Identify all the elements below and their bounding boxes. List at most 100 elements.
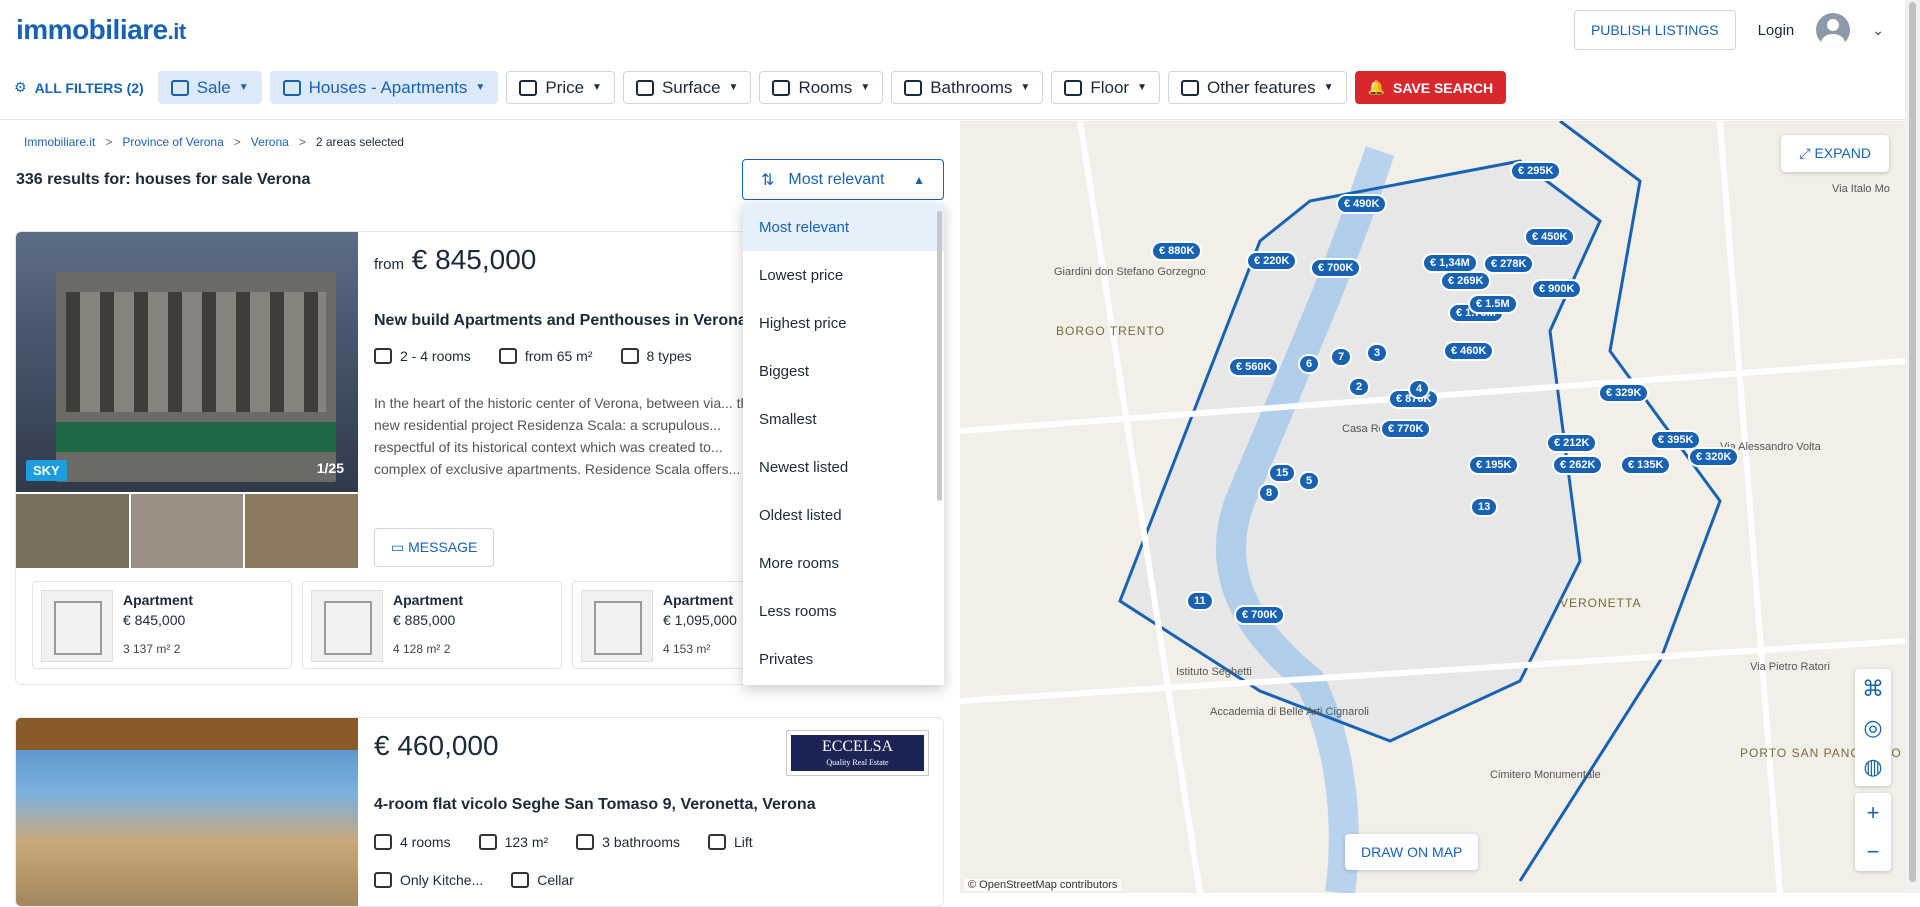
sort-option[interactable]: Newest listed bbox=[743, 443, 944, 491]
message-button[interactable]: ▭ MESSAGE bbox=[374, 528, 495, 567]
price-pin[interactable]: € 460K bbox=[1445, 343, 1493, 359]
listing-photo[interactable] bbox=[16, 718, 358, 906]
sort-option[interactable]: Lowest price bbox=[743, 251, 944, 299]
all-filters-button[interactable]: ⚙ ALL FILTERS (2) bbox=[14, 71, 150, 104]
count-pin[interactable]: 6 bbox=[1300, 356, 1319, 372]
breadcrumb-home[interactable]: Immobiliare.it bbox=[24, 135, 95, 149]
draw-area-icon[interactable]: ⌘ bbox=[1855, 669, 1891, 708]
chat-icon: ▭ bbox=[391, 539, 405, 555]
caret-down-icon: ▼ bbox=[1323, 82, 1334, 93]
publish-listings-button[interactable]: PUBLISH LISTINGS bbox=[1573, 10, 1736, 50]
count-pin[interactable]: 5 bbox=[1300, 473, 1319, 489]
price-pin[interactable]: € 490K bbox=[1338, 196, 1386, 212]
count-pin[interactable]: 15 bbox=[1270, 465, 1295, 481]
zoom-in-button[interactable]: + bbox=[1855, 793, 1891, 832]
site-logo[interactable]: immobiliare.it bbox=[16, 14, 186, 46]
agency-logo[interactable]: ECCELSA Quality Real Estate bbox=[786, 730, 929, 776]
feature-surface: from 65 m² bbox=[498, 348, 593, 364]
count-pin[interactable]: 13 bbox=[1472, 499, 1497, 515]
sale-filter[interactable]: Sale ▼ bbox=[157, 71, 262, 104]
sort-option[interactable]: Less rooms bbox=[743, 587, 944, 635]
price-filter[interactable]: Price ▼ bbox=[506, 71, 615, 104]
unit-card[interactable]: Apartment € 885,000 4 128 m² 2 bbox=[302, 581, 562, 669]
listing-card[interactable]: € 460,000 ECCELSA Quality Real Estate 4-r… bbox=[15, 717, 944, 907]
listing-description: In the heart of the historic center of V… bbox=[374, 395, 757, 477]
bathrooms-filter[interactable]: Bathrooms ▼ bbox=[891, 71, 1044, 104]
count-pin[interactable]: 2 bbox=[1350, 379, 1369, 395]
globe-icon[interactable]: ◍ bbox=[1855, 747, 1891, 786]
thumbnail[interactable] bbox=[245, 494, 359, 568]
price-pin[interactable]: € 770K bbox=[1382, 421, 1430, 437]
listing-title[interactable]: 4-room flat vicolo Seghe San Tomaso 9, V… bbox=[374, 796, 816, 814]
thumbnail[interactable] bbox=[16, 494, 129, 568]
price-pin[interactable]: € 560K bbox=[1230, 359, 1278, 375]
surface-filter[interactable]: Surface ▼ bbox=[622, 71, 752, 104]
map-attribution[interactable]: © OpenStreetMap contributors bbox=[964, 879, 1122, 891]
property-type-filter[interactable]: Houses - Apartments ▼ bbox=[269, 71, 499, 104]
listing-price: from € 845,000 bbox=[374, 244, 536, 276]
map-label: BORGO TRENTO bbox=[1056, 324, 1165, 338]
other-features-filter[interactable]: Other features ▼ bbox=[1167, 71, 1347, 104]
price-pin[interactable]: € 320K bbox=[1690, 449, 1738, 465]
breadcrumb-city[interactable]: Verona bbox=[251, 135, 289, 149]
login-link[interactable]: Login bbox=[1758, 22, 1795, 39]
count-pin[interactable]: 7 bbox=[1332, 349, 1351, 365]
rooms-filter[interactable]: Rooms ▼ bbox=[759, 71, 884, 104]
price-pin[interactable]: € 220K bbox=[1248, 253, 1296, 269]
count-pin[interactable]: 8 bbox=[1260, 485, 1279, 501]
thumbnail[interactable] bbox=[130, 494, 244, 568]
price-pin[interactable]: € 278K bbox=[1485, 256, 1533, 272]
price-pin[interactable]: € 880K bbox=[1153, 243, 1201, 259]
unit-type: Apartment bbox=[663, 592, 734, 608]
count-pin[interactable]: 3 bbox=[1368, 345, 1387, 361]
unit-card[interactable]: Apartment € 845,000 3 137 m² 2 bbox=[32, 581, 292, 669]
sort-option[interactable]: Privates bbox=[743, 635, 944, 683]
location-icon[interactable]: ◎ bbox=[1855, 708, 1891, 747]
price-pin[interactable]: € 212K bbox=[1548, 435, 1596, 451]
breadcrumb: Immobiliare.it > Province of Verona > Ve… bbox=[24, 135, 404, 149]
photo-counter: 1/25 bbox=[316, 460, 344, 476]
price-pin[interactable]: € 295K bbox=[1512, 163, 1560, 179]
count-pin[interactable]: 11 bbox=[1188, 593, 1212, 609]
price-pin[interactable]: € 700K bbox=[1236, 607, 1284, 623]
expand-map-button[interactable]: ⤢ EXPAND bbox=[1781, 135, 1889, 172]
price-pin[interactable]: € 329K bbox=[1600, 385, 1648, 401]
price-pin[interactable]: € 450K bbox=[1526, 229, 1574, 245]
sort-option[interactable]: More rooms bbox=[743, 539, 944, 587]
price-pin[interactable]: € 195K bbox=[1470, 457, 1518, 473]
zoom-out-button[interactable]: − bbox=[1855, 832, 1891, 871]
price-pin[interactable]: € 269K bbox=[1442, 273, 1490, 289]
listing-features: 2 - 4 rooms from 65 m² 8 types bbox=[374, 348, 692, 364]
price-pin[interactable]: € 700K bbox=[1312, 260, 1360, 276]
user-avatar-icon[interactable] bbox=[1816, 13, 1851, 47]
expand-icon: ⤢ bbox=[1799, 145, 1811, 161]
count-pin[interactable]: 4 bbox=[1410, 381, 1429, 397]
page-scrollbar[interactable] bbox=[1905, 0, 1920, 893]
floor-filter[interactable]: Floor ▼ bbox=[1051, 71, 1160, 104]
map-panel[interactable]: BORGO TRENTO VERONETTA PORTO SAN PANCRAZ… bbox=[960, 121, 1905, 893]
map-label: Giardini don Stefano Gorzegno bbox=[1054, 266, 1206, 278]
breadcrumb-province[interactable]: Province of Verona bbox=[122, 135, 223, 149]
draw-on-map-button[interactable]: DRAW ON MAP bbox=[1345, 834, 1479, 870]
price-pin[interactable]: € 135K bbox=[1622, 457, 1670, 473]
rooms-icon bbox=[374, 834, 392, 850]
dropdown-scrollbar[interactable] bbox=[937, 211, 942, 501]
sort-option[interactable]: Smallest bbox=[743, 395, 944, 443]
sort-select[interactable]: ⇅ Most relevant ▲ bbox=[742, 159, 944, 200]
save-search-button[interactable]: 🔔 SAVE SEARCH bbox=[1354, 71, 1507, 104]
building-image bbox=[56, 272, 336, 482]
unit-type: Apartment bbox=[123, 592, 194, 608]
listing-title[interactable]: New build Apartments and Penthouses in V… bbox=[374, 312, 747, 330]
price-pin[interactable]: € 395K bbox=[1652, 432, 1700, 448]
sort-option[interactable]: Highest price bbox=[743, 299, 944, 347]
price-pin[interactable]: € 262K bbox=[1554, 457, 1602, 473]
price-pin[interactable]: € 1,34M bbox=[1424, 255, 1476, 271]
sort-option[interactable]: Most relevant bbox=[743, 203, 944, 251]
price-pin[interactable]: € 900K bbox=[1533, 281, 1581, 297]
listing-photo[interactable]: SKY 1/25 bbox=[16, 232, 358, 492]
chevron-down-icon[interactable]: ⌄ bbox=[1872, 22, 1884, 39]
price-pin[interactable]: € 1.5M bbox=[1470, 296, 1516, 312]
caret-down-icon: ▼ bbox=[238, 82, 249, 93]
sort-option[interactable]: Biggest bbox=[743, 347, 944, 395]
sort-option[interactable]: Oldest listed bbox=[743, 491, 944, 539]
